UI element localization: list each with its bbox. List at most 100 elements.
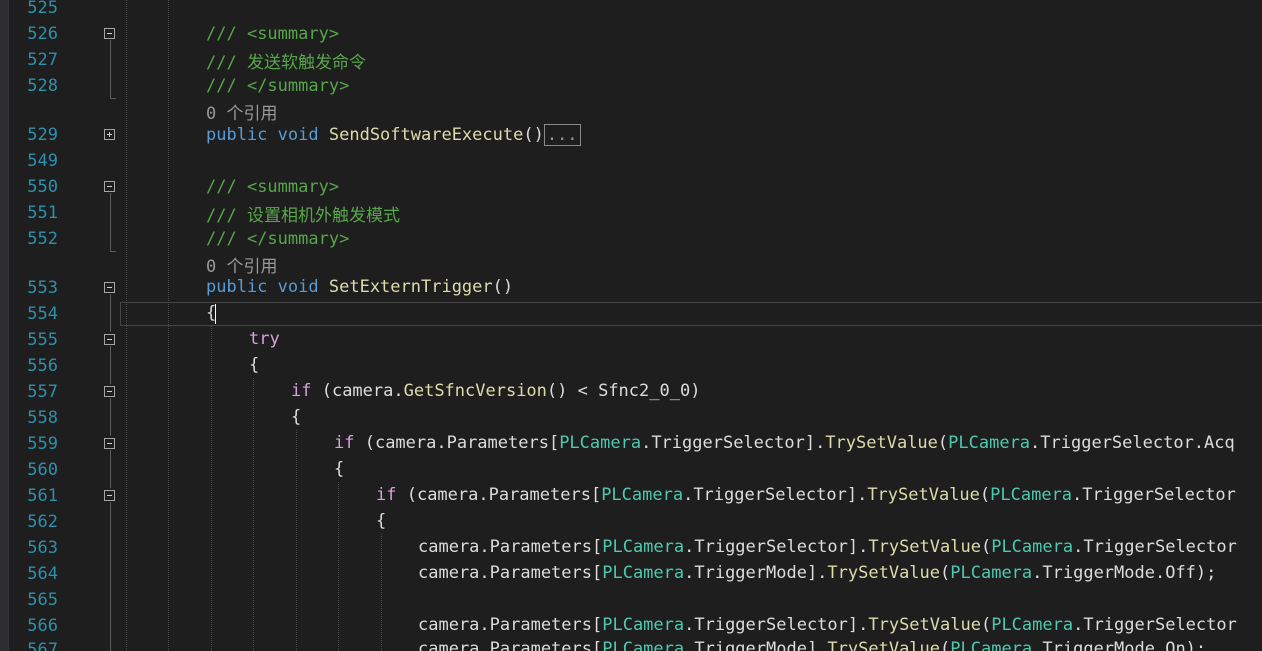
indent-guide [168, 0, 169, 651]
xml-doc-tag: <summary> [246, 177, 340, 197]
code-line[interactable]: { [249, 355, 259, 375]
keyword: void [277, 277, 319, 297]
code-text: () [492, 277, 514, 297]
line-number: 566 [27, 616, 58, 636]
type-name: PLCamera [602, 563, 685, 583]
code-line[interactable]: { [206, 303, 216, 323]
code-line[interactable]: camera.Parameters[PLCamera.TriggerSelect… [418, 537, 1237, 557]
line-number: 528 [27, 76, 58, 96]
code-text: .TriggerSelector]. [684, 615, 869, 635]
collapse-toggle-icon[interactable] [104, 438, 115, 449]
line-number: 554 [27, 304, 58, 324]
comment-text: /// [206, 177, 247, 197]
code-text: camera.Parameters[ [418, 563, 603, 583]
code-line[interactable]: camera.Parameters[PLCamera.TriggerSelect… [418, 615, 1237, 635]
code-line[interactable]: /// <summary> [206, 177, 339, 197]
code-text: .TriggerSelector [1073, 615, 1237, 635]
line-number: 563 [27, 538, 58, 558]
collapse-toggle-icon[interactable] [104, 386, 115, 397]
method-name: TrySetValue [868, 615, 981, 635]
code-line[interactable]: public void SetExternTrigger() [206, 277, 513, 297]
type-name: PLCamera [559, 433, 642, 453]
collapse-toggle-icon[interactable] [104, 181, 115, 192]
type-name: PLCamera [950, 639, 1033, 651]
code-line[interactable]: { [376, 511, 386, 531]
indent-guide [211, 326, 212, 651]
type-name: PLCamera [990, 485, 1073, 505]
code-text: camera.Parameters[ [418, 615, 603, 635]
code-line[interactable]: { [334, 459, 344, 479]
collapsed-region-button[interactable]: ... [543, 124, 581, 146]
fold-region-end [110, 251, 116, 252]
comment-text: /// 设置相机外触发模式 [206, 206, 400, 226]
comment-text: /// [206, 76, 247, 96]
method-name: TrySetValue [825, 433, 938, 453]
collapse-toggle-icon[interactable] [104, 490, 115, 501]
code-text: () < Sfnc2_0_0) [546, 381, 701, 401]
code-text: ( [937, 433, 949, 453]
fold-region-line [110, 398, 111, 436]
method-name: TrySetValue [827, 563, 941, 583]
method-name: TrySetValue [868, 537, 981, 557]
code-text: .TriggerSelector [1072, 485, 1236, 505]
comment-text: /// 发送软触发命令 [206, 53, 366, 73]
code-text: ( [980, 615, 992, 635]
keyword: void [277, 125, 319, 145]
codelens-references[interactable]: 0 个引用 [206, 252, 277, 277]
comment-text: /// [206, 24, 247, 44]
line-number: 526 [27, 24, 58, 44]
code-line[interactable]: if (camera.Parameters[PLCamera.TriggerSe… [376, 485, 1236, 505]
line-number: 553 [27, 278, 58, 298]
code-line[interactable]: camera.Parameters[PLCamera.TriggerMode].… [418, 563, 1216, 583]
code-line[interactable]: if (camera.GetSfncVersion() < Sfnc2_0_0) [291, 381, 700, 401]
code-line[interactable]: /// <summary> [206, 24, 339, 44]
keyword: if [376, 485, 397, 505]
code-text: () [523, 125, 544, 145]
type-name: PLCamera [991, 615, 1074, 635]
brace: { [249, 355, 260, 375]
line-number: 527 [27, 50, 58, 70]
code-text: (camera.Parameters[ [354, 433, 560, 453]
keyword: public [206, 125, 268, 145]
line-number: 551 [27, 203, 58, 223]
indent-guide [381, 534, 382, 651]
fold-region-line [110, 502, 111, 651]
line-number: 561 [27, 486, 58, 506]
code-text: .TriggerMode]. [684, 563, 828, 583]
code-line[interactable]: /// 发送软触发命令 [206, 48, 366, 73]
collapse-toggle-icon[interactable] [104, 28, 115, 39]
code-line[interactable]: camera.Parameters[PLCamera.TriggerMode].… [418, 639, 1206, 651]
line-number: 564 [27, 564, 58, 584]
code-line[interactable]: public void SendSoftwareExecute()... [206, 124, 581, 146]
code-editor[interactable]: 525 526 527 528 529 549 550 551 552 553 … [0, 0, 1262, 651]
line-number: 565 [27, 590, 58, 610]
indent-guide [126, 0, 127, 651]
brace: { [376, 511, 387, 531]
expand-toggle-icon[interactable] [104, 129, 115, 140]
code-line[interactable]: /// </summary> [206, 76, 349, 96]
code-text: .TriggerMode.On); [1032, 639, 1207, 651]
code-text: .TriggerSelector]. [684, 537, 869, 557]
code-line[interactable]: /// </summary> [206, 229, 349, 249]
code-line[interactable]: try [249, 329, 280, 349]
current-line-highlight [120, 302, 1262, 326]
codelens-references[interactable]: 0 个引用 [206, 99, 277, 124]
type-name: PLCamera [602, 639, 685, 651]
line-number: 558 [27, 408, 58, 428]
code-line[interactable]: { [291, 407, 301, 427]
code-text: ( [940, 563, 951, 583]
line-number: 560 [27, 460, 58, 480]
comment-text: /// [206, 229, 247, 249]
method-name: SetExternTrigger [328, 277, 493, 297]
line-number: 525 [27, 0, 58, 18]
code-line[interactable]: if (camera.Parameters[PLCamera.TriggerSe… [334, 433, 1235, 453]
code-line[interactable]: /// 设置相机外触发模式 [206, 201, 400, 226]
keyword: if [334, 433, 355, 453]
collapse-toggle-icon[interactable] [104, 282, 115, 293]
type-name: PLCamera [950, 563, 1033, 583]
indent-guide [253, 378, 254, 651]
brace: { [334, 459, 345, 479]
code-text: .TriggerSelector]. [641, 433, 826, 453]
code-text: ( [980, 537, 992, 557]
collapse-toggle-icon[interactable] [104, 334, 115, 345]
